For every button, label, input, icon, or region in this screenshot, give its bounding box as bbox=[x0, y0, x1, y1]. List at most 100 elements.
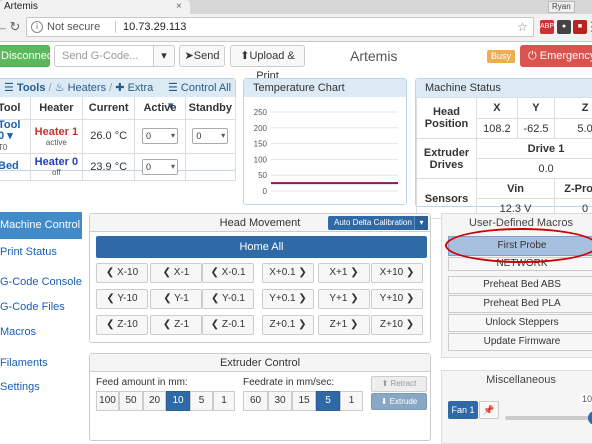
feed-amount-option[interactable]: 10 bbox=[166, 391, 190, 411]
send-button[interactable]: ➤Send bbox=[179, 45, 225, 67]
tab-close-icon[interactable]: × bbox=[176, 0, 182, 13]
heater-name[interactable]: Heater 1 bbox=[35, 126, 78, 138]
browser-tab[interactable]: Artemis bbox=[0, 0, 190, 14]
fan-slider-track[interactable] bbox=[505, 416, 592, 420]
pin-icon[interactable]: 📌 bbox=[479, 401, 499, 419]
tab-extra[interactable]: Extra bbox=[128, 82, 154, 94]
retract-button[interactable]: ⬆ Retract bbox=[371, 376, 427, 392]
move-zplusminus-0-1-button[interactable]: Z+0.1 ❯ bbox=[262, 315, 314, 335]
feedrate-option[interactable]: 15 bbox=[292, 391, 316, 411]
emergency-stop-button[interactable]: ⏻ Emergency STOP bbox=[520, 45, 592, 67]
move-xplusminus-1-button[interactable]: X+1 ❯ bbox=[318, 263, 370, 283]
fan-1-button[interactable]: Fan 1 bbox=[448, 401, 478, 419]
feedrate-option[interactable]: 30 bbox=[268, 391, 292, 411]
move-xminus-0-1-button[interactable]: ❮ X-0.1 bbox=[202, 263, 254, 283]
send-label: Send bbox=[193, 50, 220, 62]
url-text[interactable]: 10.73.29.113 bbox=[123, 18, 186, 36]
move-xplusminus-10-button[interactable]: X+10 ❯ bbox=[371, 263, 423, 283]
y-tick-label: 50 bbox=[258, 171, 267, 180]
info-icon[interactable]: i bbox=[31, 21, 43, 33]
axis-value: 5.0 bbox=[554, 118, 592, 139]
sidebar-item-gcode-console[interactable]: G-Code Console bbox=[0, 269, 82, 296]
heater-cell[interactable]: Heater 0 off bbox=[30, 153, 84, 181]
disconnect-button[interactable]: Disconnect bbox=[0, 45, 55, 67]
standby-temp-select[interactable]: 0 bbox=[192, 128, 229, 144]
move-zminus-1-button[interactable]: ❮ Z-1 bbox=[150, 315, 202, 335]
feed-amount-option[interactable]: 50 bbox=[119, 391, 143, 411]
feed-amount-option[interactable]: 100 bbox=[96, 391, 119, 411]
sidebar-item-macros[interactable]: Macros bbox=[0, 319, 82, 346]
active-temp-cell[interactable]: 0 bbox=[134, 153, 186, 181]
macro-preheat-abs-button[interactable]: Preheat Bed ABS bbox=[448, 276, 592, 294]
move-zplusminus-10-button[interactable]: Z+10 ❯ bbox=[371, 315, 423, 335]
move-zminus-10-button[interactable]: ❮ Z-10 bbox=[96, 315, 148, 335]
standby-temp-cell[interactable]: 0 bbox=[185, 119, 237, 154]
security-label: Not secure bbox=[47, 21, 101, 33]
y-tick-label: 150 bbox=[254, 140, 268, 149]
upload-print-button[interactable]: ⬆Upload & Print bbox=[230, 45, 305, 82]
feedrate-label: Feedrate in mm/sec: bbox=[243, 377, 335, 388]
sidebar-item-print-status[interactable]: Print Status bbox=[0, 239, 82, 266]
auto-delta-calibration-button[interactable]: Auto Delta Calibration bbox=[328, 216, 428, 230]
feed-amount-option[interactable]: 5 bbox=[190, 391, 213, 411]
axis-value: 108.2 bbox=[476, 118, 518, 139]
move-yplusminus-10-button[interactable]: Y+10 ❯ bbox=[371, 289, 423, 309]
tools-panel-header: ☰ Tools / ♨ Heaters / ✚ Extra ☰ Control … bbox=[0, 79, 235, 112]
active-temp-select[interactable]: 0 bbox=[141, 158, 178, 175]
reload-icon[interactable]: ↻ bbox=[7, 19, 23, 35]
feedrate-option[interactable]: 1 bbox=[340, 391, 363, 411]
sidebar-item-filaments[interactable]: Filaments bbox=[0, 350, 82, 377]
app-title: Artemis bbox=[350, 48, 398, 64]
move-yplusminus-0-1-button[interactable]: Y+0.1 ❯ bbox=[262, 289, 314, 309]
move-yminus-0-1-button[interactable]: ❮ Y-0.1 bbox=[202, 289, 254, 309]
move-zplusminus-1-button[interactable]: Z+1 ❯ bbox=[318, 315, 370, 335]
current-temp: 26.0 °C bbox=[82, 119, 136, 154]
sidebar-item-settings[interactable]: Settings bbox=[0, 374, 82, 401]
browser-menu-icon[interactable]: ⋮ bbox=[584, 19, 592, 35]
move-xminus-1-button[interactable]: ❮ X-1 bbox=[150, 263, 202, 283]
macro-preheat-pla-button[interactable]: Preheat Bed PLA bbox=[448, 295, 592, 313]
move-xminus-10-button[interactable]: ❮ X-10 bbox=[96, 263, 148, 283]
sidebar-item-machine-control[interactable]: Machine Control bbox=[0, 212, 82, 239]
extension-icon[interactable]: ● bbox=[557, 20, 571, 34]
caret-down-icon: ▾ bbox=[7, 129, 13, 142]
feedrate-option[interactable]: 60 bbox=[243, 391, 268, 411]
profile-badge[interactable]: Ryan bbox=[548, 1, 575, 13]
current-temp: 23.9 °C bbox=[82, 153, 136, 181]
caret-down-icon[interactable]: ▾ bbox=[414, 216, 428, 230]
sidebar-item-gcode-files[interactable]: G-Code Files bbox=[0, 294, 82, 321]
macro-unlock-steppers-button[interactable]: Unlock Steppers bbox=[448, 314, 592, 332]
tools-table: Tool Heater Current Active Standby Tool … bbox=[0, 97, 237, 181]
heater-cell[interactable]: Heater 1 active bbox=[30, 119, 84, 154]
move-yminus-10-button[interactable]: ❮ Y-10 bbox=[96, 289, 148, 309]
move-yplusminus-1-button[interactable]: Y+1 ❯ bbox=[318, 289, 370, 309]
bookmark-star-icon[interactable]: ☆ bbox=[517, 18, 528, 36]
tool-name[interactable]: Bed bbox=[0, 153, 31, 181]
extruder-control-title: Extruder Control bbox=[90, 354, 430, 372]
active-temp-cell[interactable]: 0 bbox=[134, 119, 186, 154]
move-zminus-0-1-button[interactable]: ❮ Z-0.1 bbox=[202, 315, 254, 335]
move-yminus-1-button[interactable]: ❮ Y-1 bbox=[150, 289, 202, 309]
column-header: Active bbox=[134, 97, 186, 120]
tool-code: T0 bbox=[0, 142, 8, 152]
gcode-history-dropdown[interactable]: ▾ bbox=[153, 45, 175, 67]
extrude-button[interactable]: ⬇ Extrude bbox=[371, 393, 427, 410]
extension-icon[interactable]: ABP bbox=[540, 20, 554, 34]
tool-cell[interactable]: Tool 0 ▾ T0 bbox=[0, 119, 31, 154]
tab-tools[interactable]: Tools bbox=[17, 82, 46, 94]
arrow-up-icon: ⬆ bbox=[381, 379, 391, 388]
macro-update-firmware-button[interactable]: Update Firmware bbox=[448, 333, 592, 351]
feed-amount-option[interactable]: 20 bbox=[143, 391, 166, 411]
heater-name[interactable]: Heater 0 bbox=[35, 156, 78, 168]
move-xplusminus-0-1-button[interactable]: X+0.1 ❯ bbox=[262, 263, 314, 283]
feed-amount-option[interactable]: 1 bbox=[213, 391, 235, 411]
column-header: Heater bbox=[30, 97, 84, 120]
active-temp-select[interactable]: 0 bbox=[141, 128, 178, 144]
feedrate-option[interactable]: 5 bbox=[316, 391, 340, 411]
home-all-button[interactable]: Home All bbox=[96, 236, 427, 258]
tab-heaters[interactable]: Heaters bbox=[68, 82, 107, 94]
highlight-ellipse bbox=[445, 228, 592, 263]
temperature-chart-panel: Temperature Chart 250 200 150 100 50 0 bbox=[243, 78, 407, 205]
address-bar[interactable]: i Not secure 10.73.29.113 ☆ bbox=[26, 17, 534, 37]
gcode-input[interactable]: Send G-Code... bbox=[54, 45, 154, 67]
